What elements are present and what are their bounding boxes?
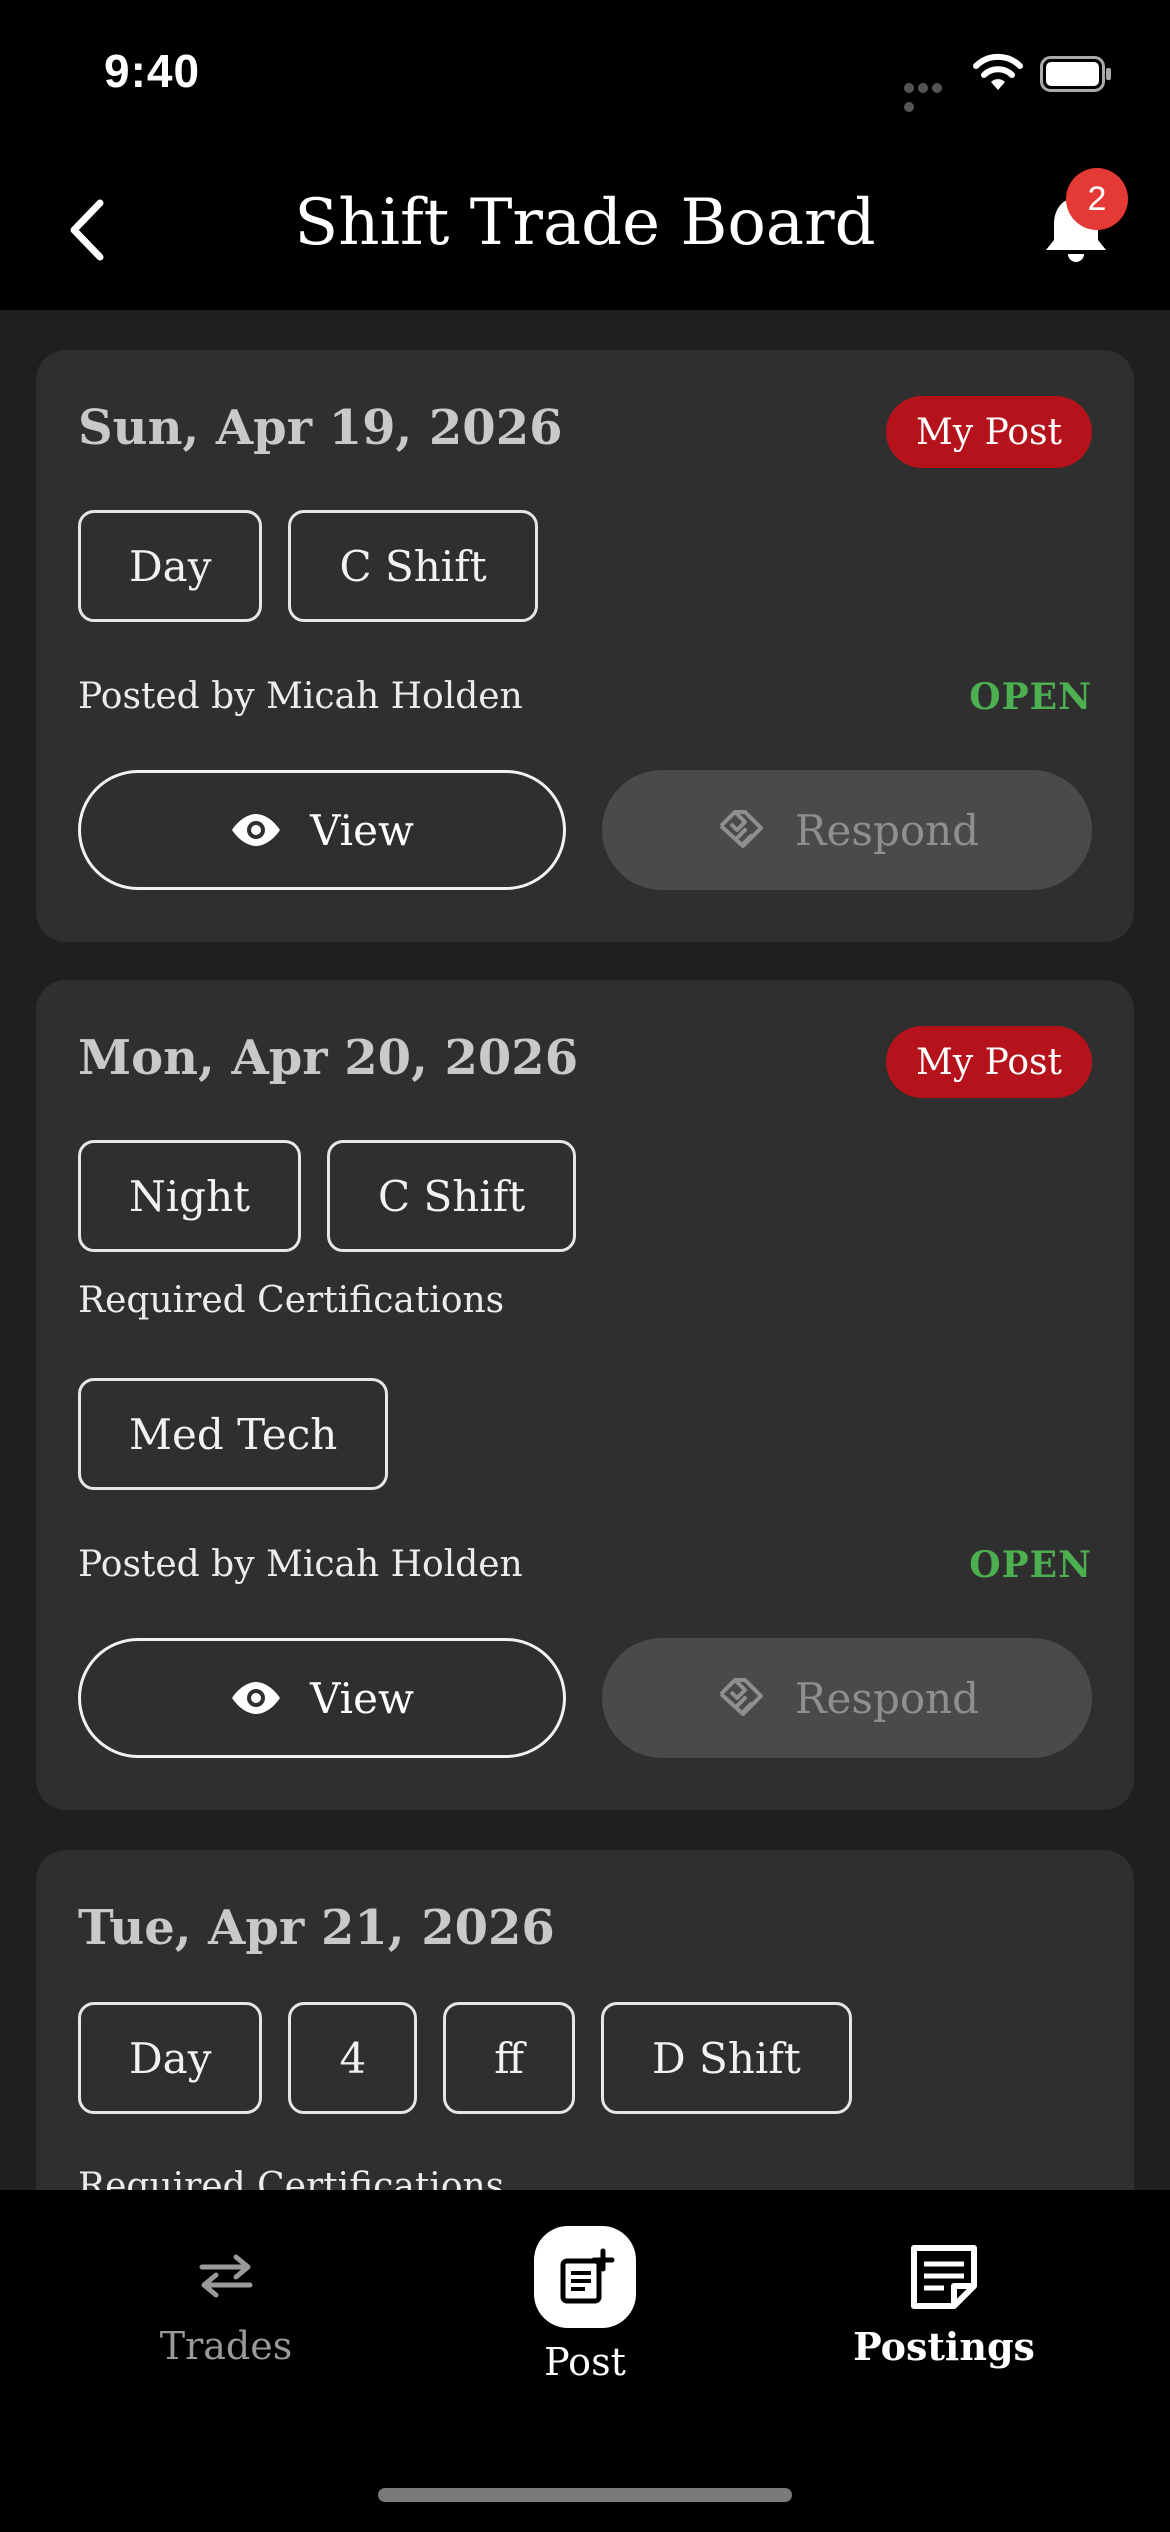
my-post-badge: My Post bbox=[885, 1026, 1092, 1098]
shift-chips: Night C Shift bbox=[78, 1140, 577, 1252]
respond-label: Respond bbox=[794, 1673, 980, 1723]
chip-shift-time: Day bbox=[78, 510, 263, 622]
tab-trades-label: Trades bbox=[159, 2324, 293, 2368]
card-date: Mon, Apr 20, 2026 bbox=[78, 1030, 579, 1086]
trade-card: Mon, Apr 20, 2026 My Post Night C Shift … bbox=[36, 980, 1134, 1810]
status-open: OPEN bbox=[969, 676, 1092, 718]
notification-count-badge: 2 bbox=[1066, 168, 1128, 230]
bottom-nav: Trades Post Postings bbox=[0, 2190, 1170, 2532]
view-label: View bbox=[310, 805, 414, 855]
app-header: Shift Trade Board bbox=[0, 150, 1170, 310]
view-button[interactable]: View bbox=[78, 770, 566, 890]
chip-shift-code: ff bbox=[443, 2002, 576, 2114]
view-label: View bbox=[310, 1673, 414, 1723]
respond-button[interactable]: Respond bbox=[602, 1638, 1092, 1758]
chip-shift-time: Day bbox=[78, 2002, 263, 2114]
status-bar: 9:40 bbox=[0, 0, 1170, 150]
status-open: OPEN bbox=[969, 1544, 1092, 1586]
trade-card: Tue, Apr 21, 2026 Day 4 ff D Shift Requi… bbox=[36, 1850, 1134, 2190]
required-certifications-label: Required Certifications bbox=[78, 1280, 505, 1321]
wifi-icon bbox=[973, 53, 1023, 90]
status-time: 9:40 bbox=[104, 45, 201, 97]
tab-post-label: Post bbox=[544, 2340, 626, 2384]
chip-shift-group: D Shift bbox=[601, 2002, 852, 2114]
posted-by: Posted by Micah Holden bbox=[78, 1544, 523, 1585]
handshake-icon bbox=[719, 810, 763, 848]
posted-by: Posted by Micah Holden bbox=[78, 676, 523, 717]
respond-button[interactable]: Respond bbox=[602, 770, 1092, 890]
tab-postings-label: Postings bbox=[853, 2324, 1035, 2369]
trade-list[interactable]: Sun, Apr 19, 2026 My Post Day C Shift Po… bbox=[0, 310, 1170, 2190]
eye-icon bbox=[232, 814, 281, 846]
cellular-signal-icon bbox=[904, 78, 958, 112]
view-button[interactable]: View bbox=[78, 1638, 566, 1758]
eye-icon bbox=[232, 1682, 281, 1714]
required-certifications-label: Required Certifications bbox=[78, 2166, 505, 2190]
card-date: Tue, Apr 21, 2026 bbox=[78, 1900, 555, 1956]
post-add-icon bbox=[534, 2226, 636, 2328]
chip-shift-time: Night bbox=[78, 1140, 301, 1252]
handshake-icon bbox=[719, 1678, 763, 1716]
chip-shift-group: C Shift bbox=[288, 510, 538, 622]
chip-shift-group: C Shift bbox=[327, 1140, 577, 1252]
shift-chips: Day C Shift bbox=[78, 510, 538, 622]
chip-certification: Med Tech bbox=[78, 1378, 389, 1490]
tab-postings[interactable]: Postings bbox=[794, 2190, 1094, 2369]
page-title: Shift Trade Board bbox=[294, 186, 876, 260]
shift-chips: Day 4 ff D Shift bbox=[78, 2002, 852, 2114]
tab-trades[interactable]: Trades bbox=[76, 2190, 376, 2368]
respond-label: Respond bbox=[794, 805, 980, 855]
cert-chips: Med Tech bbox=[78, 1378, 389, 1490]
tab-post[interactable]: Post bbox=[435, 2190, 735, 2384]
home-indicator bbox=[378, 2488, 792, 2502]
card-date: Sun, Apr 19, 2026 bbox=[78, 400, 563, 456]
swap-arrows-icon bbox=[190, 2240, 262, 2312]
battery-icon bbox=[1040, 56, 1111, 92]
note-icon bbox=[908, 2240, 980, 2312]
chip-shift-hours: 4 bbox=[288, 2002, 418, 2114]
trade-card: Sun, Apr 19, 2026 My Post Day C Shift Po… bbox=[36, 350, 1134, 942]
my-post-badge: My Post bbox=[885, 396, 1092, 468]
